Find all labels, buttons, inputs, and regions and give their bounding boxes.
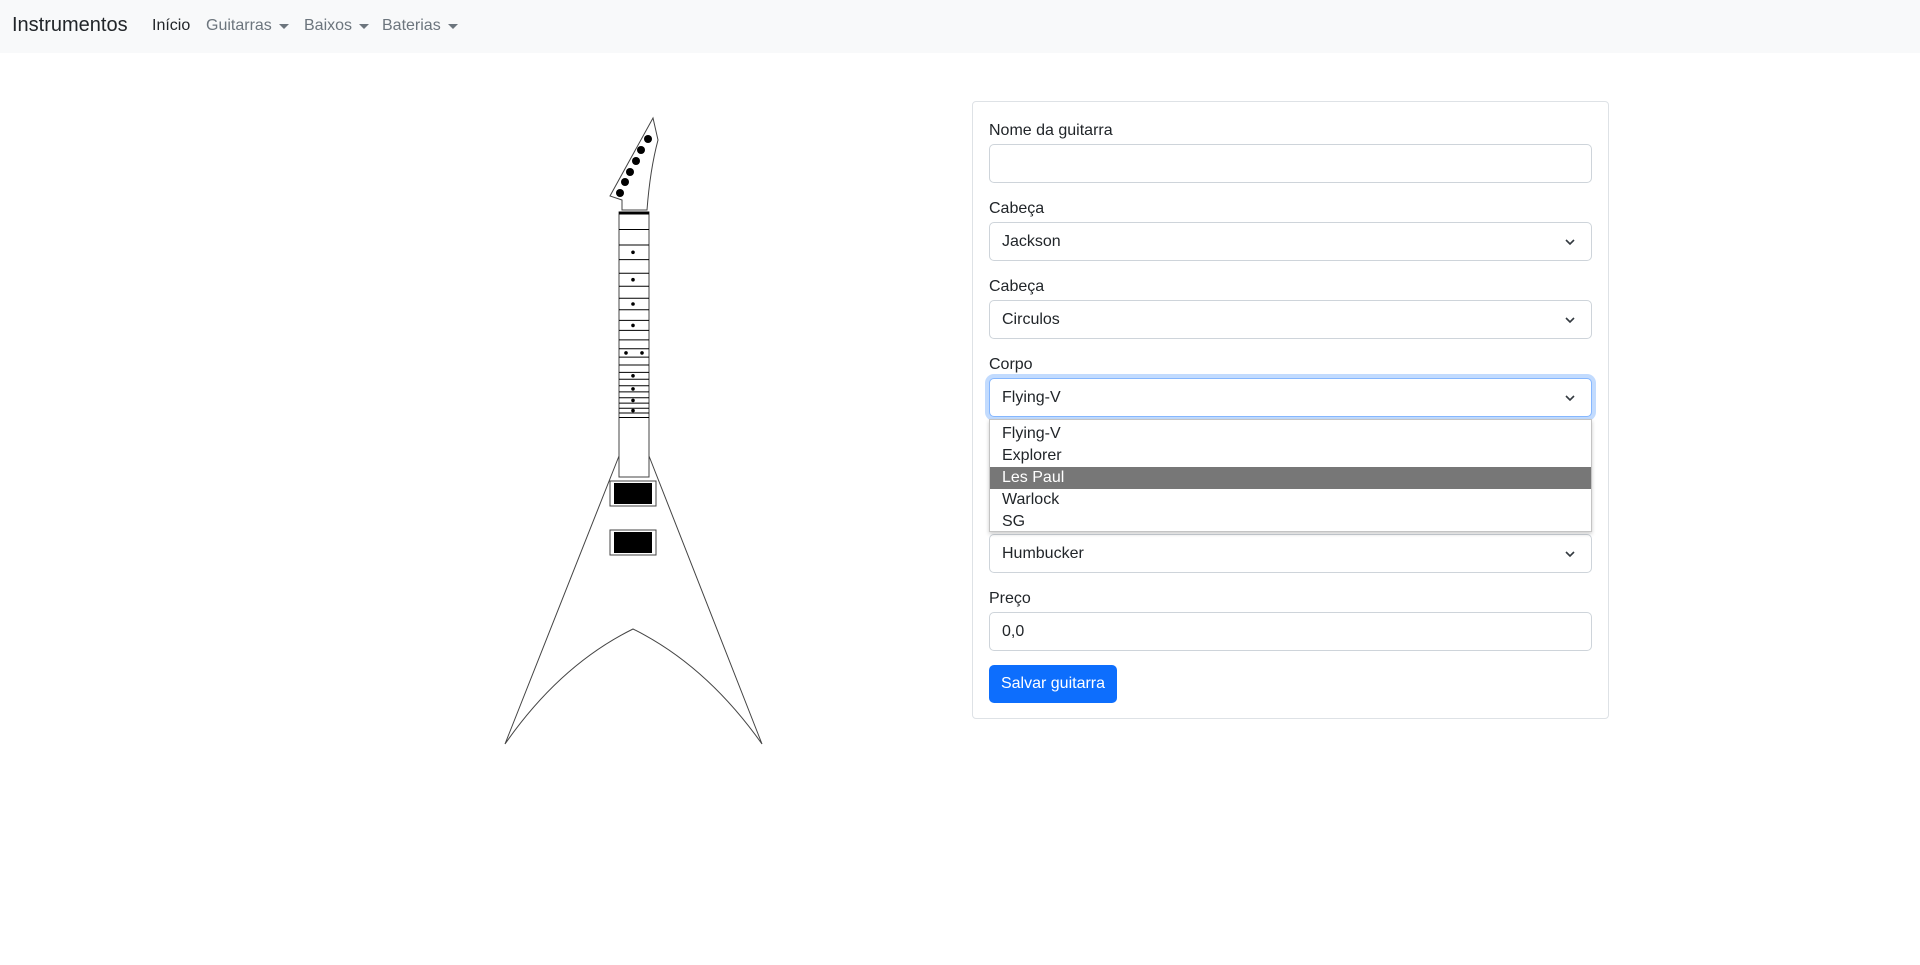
navbar: Instrumentos Início Guitarras Baixos Bat… [0, 0, 1920, 53]
guitar-name-input[interactable] [989, 144, 1592, 183]
nav-inicio[interactable]: Início [152, 17, 190, 35]
body-option[interactable]: Warlock [990, 489, 1591, 511]
body-option[interactable]: Les Paul [990, 467, 1591, 489]
head-select-value: Jackson [1002, 232, 1061, 250]
body-options-list: Flying-V Explorer Les Paul Warlock SG [989, 419, 1592, 532]
guitar-preview [504, 116, 763, 745]
body-select[interactable]: Flying-V [989, 378, 1592, 417]
nav-guitarras-dropdown[interactable]: Guitarras [206, 17, 289, 35]
caret-down-icon [359, 23, 370, 29]
caret-down-icon [278, 23, 289, 29]
chevron-down-icon [1565, 395, 1575, 402]
brand-link[interactable]: Instrumentos [12, 14, 128, 37]
save-guitar-button[interactable]: Salvar guitarra [989, 665, 1117, 703]
pickups-select-value: Humbucker [1002, 544, 1084, 562]
price-label: Preço [989, 590, 1031, 607]
body-option[interactable]: Explorer [990, 445, 1591, 467]
body-select-value: Flying-V [1002, 388, 1061, 406]
pickups-select[interactable]: Humbucker [989, 534, 1592, 573]
guitar-form-card: Nome da guitarra Cabeça Jackson Cabeça C… [972, 101, 1609, 719]
inlay-select-value: Circulos [1002, 310, 1060, 328]
nav-baixos-dropdown[interactable]: Baixos [304, 17, 370, 35]
price-input-value: 0,0 [1002, 622, 1025, 640]
name-label: Nome da guitarra [989, 122, 1113, 139]
nav-baterias-label: Baterias [382, 17, 441, 34]
chevron-down-icon [1565, 551, 1575, 558]
nav-baterias-dropdown[interactable]: Baterias [382, 17, 458, 35]
inlay-label: Cabeça [989, 278, 1045, 295]
head-select[interactable]: Jackson [989, 222, 1592, 261]
nav-guitarras-label: Guitarras [206, 17, 272, 34]
nav-inicio-label: Início [152, 17, 191, 34]
caret-down-icon [447, 23, 458, 29]
head-label: Cabeça [989, 200, 1045, 217]
price-input[interactable]: 0,0 [989, 612, 1592, 651]
inlay-select[interactable]: Circulos [989, 300, 1592, 339]
nav-baixos-label: Baixos [304, 17, 353, 34]
body-option[interactable]: SG [990, 511, 1591, 533]
chevron-down-icon [1565, 317, 1575, 324]
chevron-down-icon [1565, 239, 1575, 246]
body-label: Corpo [989, 356, 1033, 373]
body-option[interactable]: Flying-V [990, 423, 1591, 445]
